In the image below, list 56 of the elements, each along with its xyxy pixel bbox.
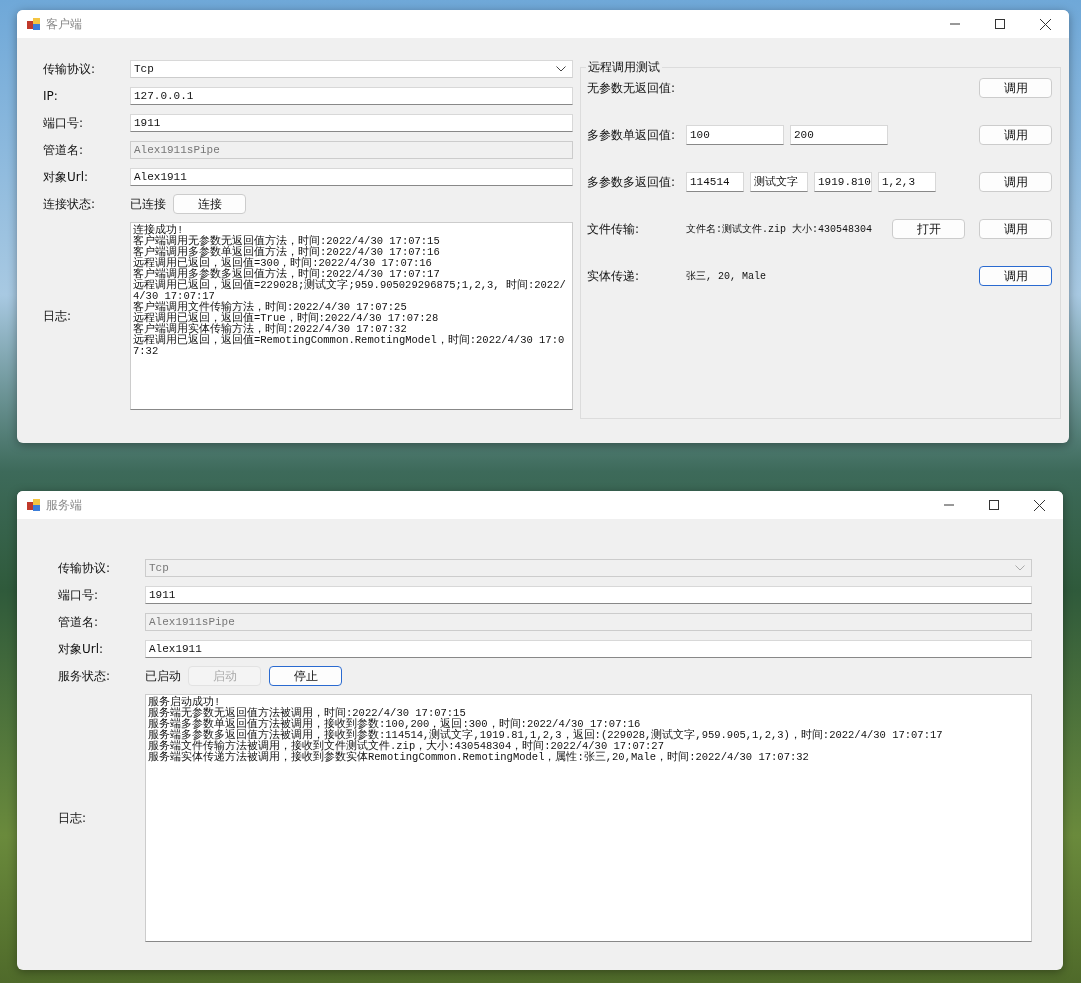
protocol-dropdown[interactable]: Tcp: [130, 60, 573, 78]
maximize-icon[interactable]: [989, 500, 999, 510]
close-icon[interactable]: [1040, 18, 1051, 30]
status-button[interactable]: 连接: [173, 194, 246, 214]
action-button[interactable]: 调用: [979, 78, 1053, 98]
row-label: 文件传输:: [587, 220, 641, 238]
row-label: 多参数单返回值:: [587, 126, 677, 144]
field-label: 传输协议:: [43, 60, 97, 78]
info-text: 大小:430548304: [792, 222, 873, 236]
field-label: 连接状态:: [43, 195, 97, 213]
row-label: 实体传递:: [587, 267, 641, 285]
close-icon[interactable]: [1034, 499, 1045, 511]
input-field[interactable]: 200: [790, 125, 888, 145]
field-label: 端口号:: [58, 586, 100, 604]
field-label: 日志:: [43, 307, 73, 325]
input-field[interactable]: 127.0.0.1: [130, 87, 573, 105]
input-field[interactable]: 100: [686, 125, 784, 145]
action-button[interactable]: 打开: [892, 219, 966, 239]
field-label: 对象Url:: [58, 640, 105, 658]
maximize-icon[interactable]: [995, 19, 1005, 29]
action-button[interactable]: 调用: [979, 219, 1053, 239]
chevron-down-icon: [1015, 565, 1025, 571]
field-label: 管道名:: [43, 141, 85, 159]
log-textbox[interactable]: 连接成功! 客户端调用无参数无返回值方法，时间:2022/4/30 17:07:15 客户端调用多参数单返回值方法，时间:2022/4/30 17:07:16 远程调用已返回，返回值=300，时间:2022/4/30 17:07:16 客户端调用多参数多返回值方法，时间:2022/4/30 17:07:17 远程调用已返回，返回值=229028;测试文字;959.905029296875;1,2,3, 时间:2022/4/30 17:07:17 客户端调用文件传输方法，时间:2022/4/30 17:07:25 远程调用已返回，返回值=True，时间:2022/4/30 17:07:28 客户端调用实体传输方法，时间:2022/4/30 17:07:32 远程调用已返回，返回值=RemotingCommon.RemotingModel，时间:2022/4/30 17:07:32: [130, 222, 573, 410]
input-field[interactable]: 1911: [130, 114, 573, 132]
input-field[interactable]: 1911: [145, 586, 1032, 604]
input-field[interactable]: 1919.810: [814, 172, 872, 192]
field-label: 日志:: [58, 809, 88, 827]
action-button[interactable]: 调用: [979, 266, 1053, 286]
info-text: 张三, 20, Male: [686, 269, 766, 283]
row-label: 多参数多返回值:: [587, 173, 677, 191]
input-field[interactable]: 114514: [686, 172, 744, 192]
info-text: 文件名:测试文件.zip: [686, 223, 786, 236]
field-label: 管道名:: [58, 613, 100, 631]
status-button[interactable]: 停止: [269, 666, 342, 686]
input-field[interactable]: 1,2,3: [878, 172, 936, 192]
field-label: 传输协议:: [58, 559, 112, 577]
app-icon: [27, 17, 41, 31]
status-text: 已连接: [130, 195, 166, 213]
window-title: 客户端: [46, 15, 82, 33]
status-text: 已启动: [145, 667, 181, 685]
input-field[interactable]: Alex1911: [145, 640, 1032, 658]
input-field[interactable]: Alex1911: [130, 168, 573, 186]
app-icon: [27, 498, 41, 512]
action-button[interactable]: 调用: [979, 125, 1053, 145]
input-field[interactable]: 测试文字: [750, 172, 808, 192]
group-title: 远程调用测试: [586, 59, 662, 76]
field-label: IP:: [43, 89, 59, 103]
chevron-down-icon: [556, 66, 566, 72]
field-label: 对象Url:: [43, 168, 90, 186]
field-label: 服务状态:: [58, 667, 112, 685]
window-title: 服务端: [46, 496, 82, 514]
row-label: 无参数无返回值:: [587, 79, 677, 97]
field-label: 端口号:: [43, 114, 85, 132]
action-button[interactable]: 调用: [979, 172, 1053, 192]
log-textbox[interactable]: 服务启动成功! 服务端无参数无返回值方法被调用，时间:2022/4/30 17:07:15 服务端多参数单返回值方法被调用，接收到参数:100,200，返回:300，时间:2022/4/30 17:07:16 服务端多参数多返回值方法被调用，接收到参数:114514,测试文字,1919.81,1,2,3，返回:(229028,测试文字,959.905,1,2,3)，时间:2022/4/30 17:07:17 服务端文件传输方法被调用，接收到文件测试文件.zip，大小:430548304，时间:2022/4/30 17:07:27 服务端实体传递方法被调用，接收到参数实体RemotingCommon.RemotingModel，属性:张三,20,Male，时间:2022/4/30 17:07:32: [145, 694, 1032, 942]
